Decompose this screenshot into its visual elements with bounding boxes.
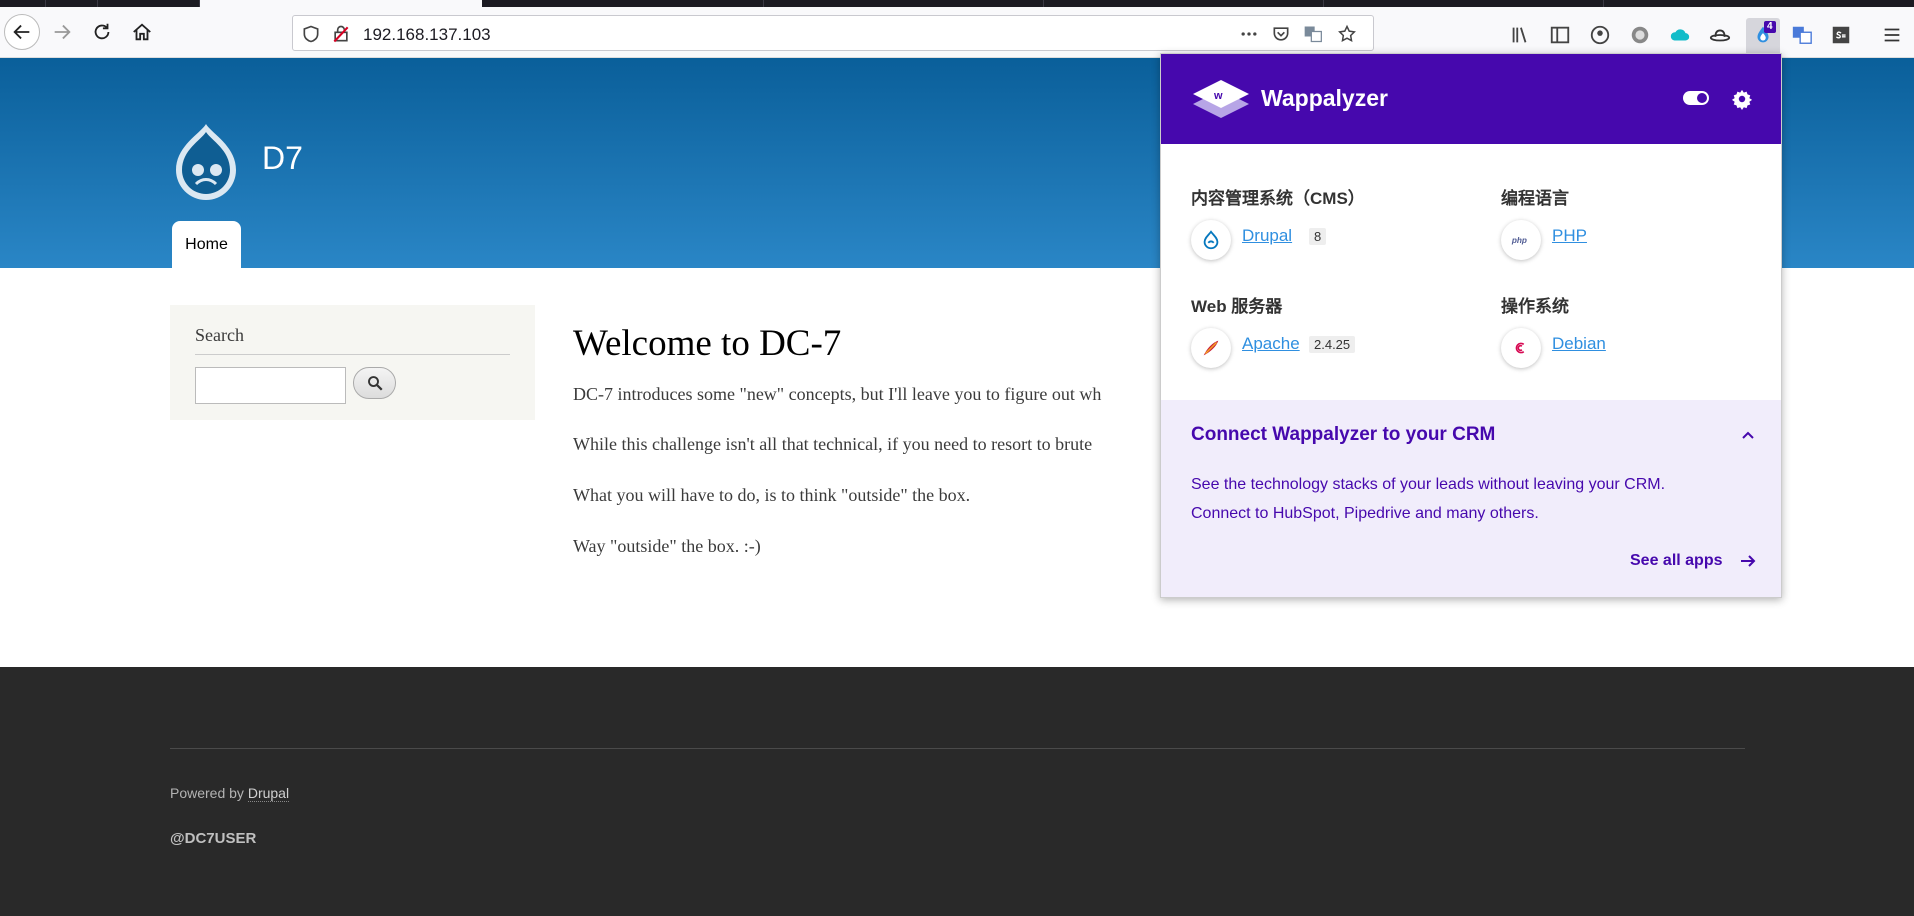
category-web-server: Web 服务器 (1191, 297, 1283, 316)
powered-by: Powered by Drupal (170, 785, 290, 802)
selenium-icon[interactable] (1829, 23, 1853, 47)
nav-home-tab[interactable]: Home (172, 221, 241, 268)
library-icon[interactable] (1508, 23, 1532, 47)
search-block: Search (170, 305, 535, 420)
home-icon (133, 23, 151, 41)
reload-button[interactable] (84, 14, 120, 50)
tab-strip (0, 0, 1914, 7)
wappalyzer-title: Wappalyzer (1261, 85, 1388, 111)
tech-version: 2.4.25 (1309, 336, 1356, 353)
svg-text:w: w (1213, 90, 1223, 102)
content-paragraph: While this challenge isn't all that tech… (573, 434, 1093, 454)
account-icon[interactable] (1588, 23, 1612, 47)
drupal-link[interactable]: Drupal (247, 785, 290, 802)
tab[interactable] (46, 0, 98, 7)
translate-icon[interactable] (1303, 24, 1323, 44)
reload-icon (94, 23, 110, 40)
tab[interactable] (0, 0, 46, 7)
svg-text:php: php (1511, 236, 1527, 245)
content-paragraph: What you will have to do, is to think "o… (573, 485, 971, 505)
apache-icon (1191, 328, 1231, 368)
crm-panel: Connect Wappalyzer to your CRM See the t… (1161, 400, 1781, 597)
php-icon: php (1501, 220, 1541, 260)
category-os: 操作系统 (1501, 297, 1569, 316)
tab[interactable] (764, 0, 1044, 7)
home-button[interactable] (124, 14, 160, 50)
extension-badge: 4 (1764, 21, 1776, 33)
content-paragraph: Way "outside" the box. :-) (573, 536, 761, 556)
content-paragraph: DC-7 introduces some "new" concepts, but… (573, 384, 1102, 404)
cloud-icon[interactable] (1668, 23, 1692, 47)
wappalyzer-header: w Wappalyzer (1161, 54, 1781, 144)
search-input[interactable] (195, 367, 346, 404)
browser-window: { "browser": { "url": "192.168.137.103",… (0, 0, 1914, 916)
chevron-up-icon[interactable] (1741, 430, 1755, 440)
tech-link-apache[interactable]: Apache (1242, 334, 1300, 354)
arrow-right-icon[interactable] (1739, 552, 1757, 570)
drupal-logo[interactable] (170, 122, 242, 202)
gear-icon[interactable] (1731, 88, 1753, 110)
forward-button[interactable] (44, 14, 80, 50)
bookmark-star-icon[interactable] (1337, 24, 1357, 44)
search-button[interactable] (353, 367, 396, 399)
tech-link-debian[interactable]: Debian (1552, 334, 1606, 354)
search-icon (367, 376, 383, 391)
arrow-right-icon (54, 24, 71, 40)
tech-link-php[interactable]: PHP (1552, 226, 1587, 246)
extension-circle-icon[interactable] (1628, 23, 1652, 47)
footer-user: @DC7USER (170, 830, 257, 847)
crm-description: See the technology stacks of your leads … (1191, 476, 1666, 522)
drupal-icon (1191, 220, 1231, 260)
translate-extension-icon[interactable] (1790, 23, 1814, 47)
browser-toolbar: 192.168.137.103 4 (0, 7, 1914, 58)
tab[interactable] (1324, 0, 1604, 7)
site-footer: Powered by Drupal @DC7USER (0, 667, 1914, 916)
tab-active[interactable] (200, 0, 482, 7)
insecure-lock-icon[interactable] (331, 24, 351, 44)
crm-title[interactable]: Connect Wappalyzer to your CRM (1191, 424, 1495, 446)
wappalyzer-logo-icon: w (1193, 80, 1249, 118)
category-language: 编程语言 (1501, 189, 1569, 208)
tab[interactable] (1044, 0, 1324, 7)
more-actions-icon[interactable] (1239, 24, 1259, 44)
page-title: Welcome to DC-7 (573, 323, 842, 364)
see-all-apps-link[interactable]: See all apps (1630, 552, 1723, 570)
wappalyzer-popup: w Wappalyzer 内容管理系统（CMS） Drupal 8 编程语言 p… (1160, 53, 1782, 598)
url-text[interactable]: 192.168.137.103 (363, 25, 491, 45)
search-block-title: Search (195, 325, 244, 345)
address-bar[interactable]: 192.168.137.103 (292, 15, 1374, 51)
pocket-icon[interactable] (1271, 24, 1291, 44)
tech-version: 8 (1309, 228, 1327, 245)
wappalyzer-toggle[interactable] (1683, 91, 1709, 105)
tab[interactable] (482, 0, 764, 7)
menu-icon[interactable] (1880, 23, 1904, 47)
tech-link-drupal[interactable]: Drupal (1242, 226, 1292, 246)
site-name[interactable]: D7 (262, 140, 303, 177)
divider (195, 354, 510, 355)
sidebar-icon[interactable] (1548, 23, 1572, 47)
category-cms: 内容管理系统（CMS） (1191, 189, 1365, 208)
hat-icon[interactable] (1708, 23, 1732, 47)
debian-icon (1501, 328, 1541, 368)
tab[interactable] (98, 0, 200, 7)
shield-icon[interactable] (301, 24, 321, 44)
back-button[interactable] (4, 14, 40, 50)
arrow-left-icon (13, 24, 30, 40)
footer-divider (170, 748, 1745, 749)
